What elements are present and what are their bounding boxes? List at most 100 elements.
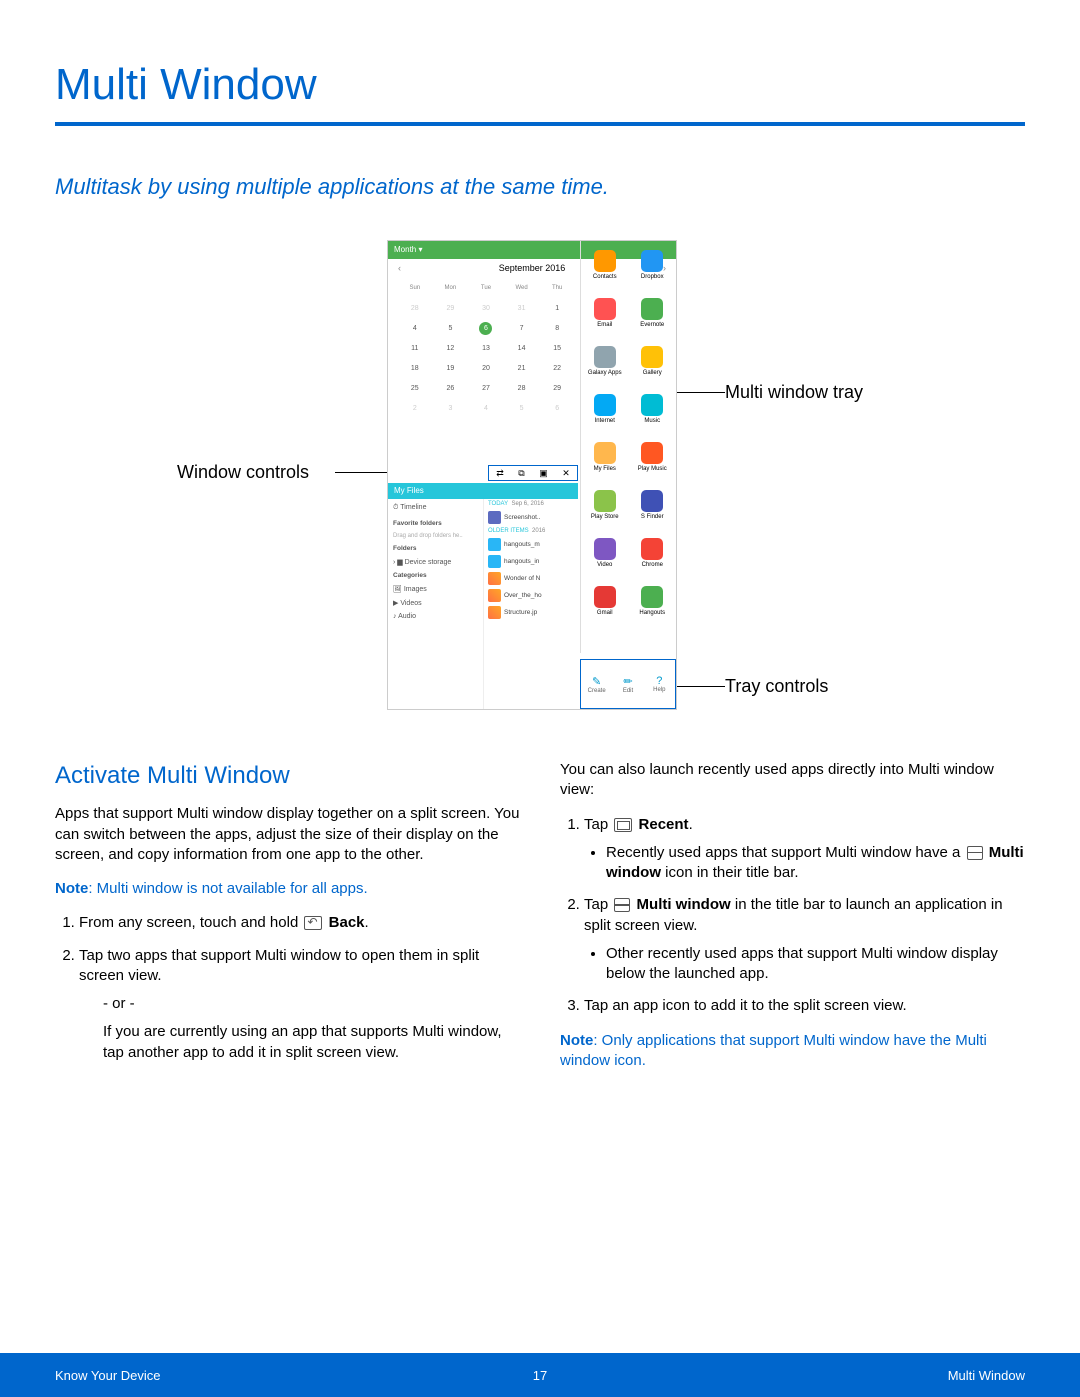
app-icon (641, 442, 663, 464)
app-icon (641, 250, 663, 272)
callout-line (677, 392, 725, 393)
calendar-grid: SunMonTueWedThu2829303114567811121314151… (396, 277, 576, 419)
page-subtitle: Multitask by using multiple applications… (55, 174, 1025, 200)
tray-app: Music (629, 385, 677, 433)
app-icon (594, 442, 616, 464)
footer-page-number: 17 (533, 1368, 547, 1383)
tray-create: Create (588, 688, 606, 694)
cat-videos: Videos (400, 600, 421, 607)
app-icon (641, 346, 663, 368)
timeline-label: Timeline (400, 504, 426, 511)
steps-list: From any screen, touch and hold Back. Ta… (55, 913, 520, 1063)
app-label: Gallery (643, 370, 662, 376)
calendar-month: September (499, 263, 543, 273)
step-item: Tap an app icon to add it to the split s… (584, 996, 1025, 1016)
bullet-item: Other recently used apps that support Mu… (606, 944, 1025, 985)
file-item: Screenshot.. (504, 514, 541, 521)
app-label: Video (597, 562, 612, 568)
app-label: Dropbox (641, 274, 664, 280)
step-item: Tap Multi window in the title bar to lau… (584, 895, 1025, 984)
device-screenshot: Month ▾ ‹ September 2016 › SunMonTueWedT… (387, 240, 677, 710)
section-paragraph: You can also launch recently used apps d… (560, 760, 1025, 801)
left-column: Activate Multi Window Apps that support … (55, 760, 520, 1085)
callout-line (677, 686, 725, 687)
today-date: Sep 6, 2016 (511, 501, 543, 507)
tray-app: Hangouts (629, 577, 677, 625)
edit-icon: ✏ (623, 675, 632, 688)
files-sidebar: ⏱ Timeline Favorite folders Drag and dro… (388, 499, 484, 709)
multi-window-icon (614, 898, 630, 912)
app-icon (594, 250, 616, 272)
calendar-year: 2016 (545, 263, 565, 273)
app-icon (641, 394, 663, 416)
files-list: TODAY Sep 6, 2016 Screenshot.. OLDER ITE… (484, 499, 580, 709)
bullet-item: Recently used apps that support Multi wi… (606, 843, 1025, 884)
app-label: S Finder (641, 514, 664, 520)
page-title: Multi Window (55, 60, 1025, 110)
close-icon: ✕ (562, 468, 570, 479)
or-text: - or - (103, 994, 520, 1014)
tray-app: Dropbox (629, 241, 677, 289)
expand-icon: ▣ (539, 468, 548, 479)
tray-edit: Edit (623, 688, 633, 694)
note-text: Note: Only applications that support Mul… (560, 1031, 1025, 1072)
callout-multi-window-tray: Multi window tray (725, 382, 863, 403)
device-storage: Device storage (405, 559, 452, 566)
folders-hdr: Folders (388, 542, 483, 555)
categories-hdr: Categories (388, 569, 483, 582)
tray-app: My Files (581, 433, 629, 481)
create-icon: ✎ (592, 675, 601, 688)
tray-app: Gallery (629, 337, 677, 385)
files-header: My Files (388, 483, 578, 499)
step-alt: If you are currently using an app that s… (103, 1022, 520, 1063)
app-label: Gmail (597, 610, 613, 616)
tray-app: Galaxy Apps (581, 337, 629, 385)
tray-app: Internet (581, 385, 629, 433)
app-label: Contacts (593, 274, 617, 280)
multi-window-tray: ContactsDropboxEmailEvernoteGalaxy AppsG… (580, 241, 676, 653)
app-label: Play Store (591, 514, 619, 520)
window-controls-bar: ⇄ ⧉ ▣ ✕ (488, 465, 578, 481)
tray-help: Help (653, 687, 665, 693)
prev-icon: ‹ (398, 263, 401, 273)
file-item: hangouts_in (504, 558, 539, 565)
swap-icon: ⇄ (496, 468, 504, 479)
app-icon (594, 586, 616, 608)
title-divider (55, 122, 1025, 126)
cat-audio: Audio (398, 613, 416, 620)
app-icon (594, 298, 616, 320)
steps-list-right: Tap Recent. Recently used apps that supp… (560, 815, 1025, 1017)
app-label: Evernote (640, 322, 664, 328)
footer-right: Multi Window (948, 1368, 1025, 1383)
app-icon (594, 394, 616, 416)
app-label: Play Music (638, 466, 667, 472)
tray-app: Contacts (581, 241, 629, 289)
step-item: From any screen, touch and hold Back. (79, 913, 520, 933)
footer-left: Know Your Device (55, 1368, 161, 1383)
older-year: 2016 (532, 528, 545, 534)
help-icon: ? (656, 675, 662, 687)
callout-tray-controls: Tray controls (725, 676, 828, 697)
file-item: hangouts_m (504, 541, 540, 548)
page-footer: Know Your Device 17 Multi Window (0, 1353, 1080, 1397)
section-paragraph: Apps that support Multi window display t… (55, 804, 520, 865)
file-item: Over_the_ho (504, 592, 542, 599)
older-label: OLDER ITEMS (488, 528, 529, 534)
files-body: ⏱ Timeline Favorite folders Drag and dro… (388, 499, 580, 709)
app-label: Internet (595, 418, 615, 424)
app-icon (641, 538, 663, 560)
tray-app: Play Store (581, 481, 629, 529)
app-label: Music (644, 418, 660, 424)
right-column: You can also launch recently used apps d… (560, 760, 1025, 1085)
fav-hint: Drag and drop folders he.. (388, 530, 483, 542)
file-item: Structure.jp (504, 609, 537, 616)
app-label: Hangouts (639, 610, 665, 616)
tray-controls-box: ✎Create ✏Edit ?Help (580, 659, 676, 709)
today-label: TODAY (488, 501, 508, 507)
app-icon (641, 298, 663, 320)
app-icon (594, 490, 616, 512)
tray-app: Video (581, 529, 629, 577)
tray-app: Evernote (629, 289, 677, 337)
app-icon (594, 346, 616, 368)
step-item: Tap two apps that support Multi window t… (79, 946, 520, 1063)
